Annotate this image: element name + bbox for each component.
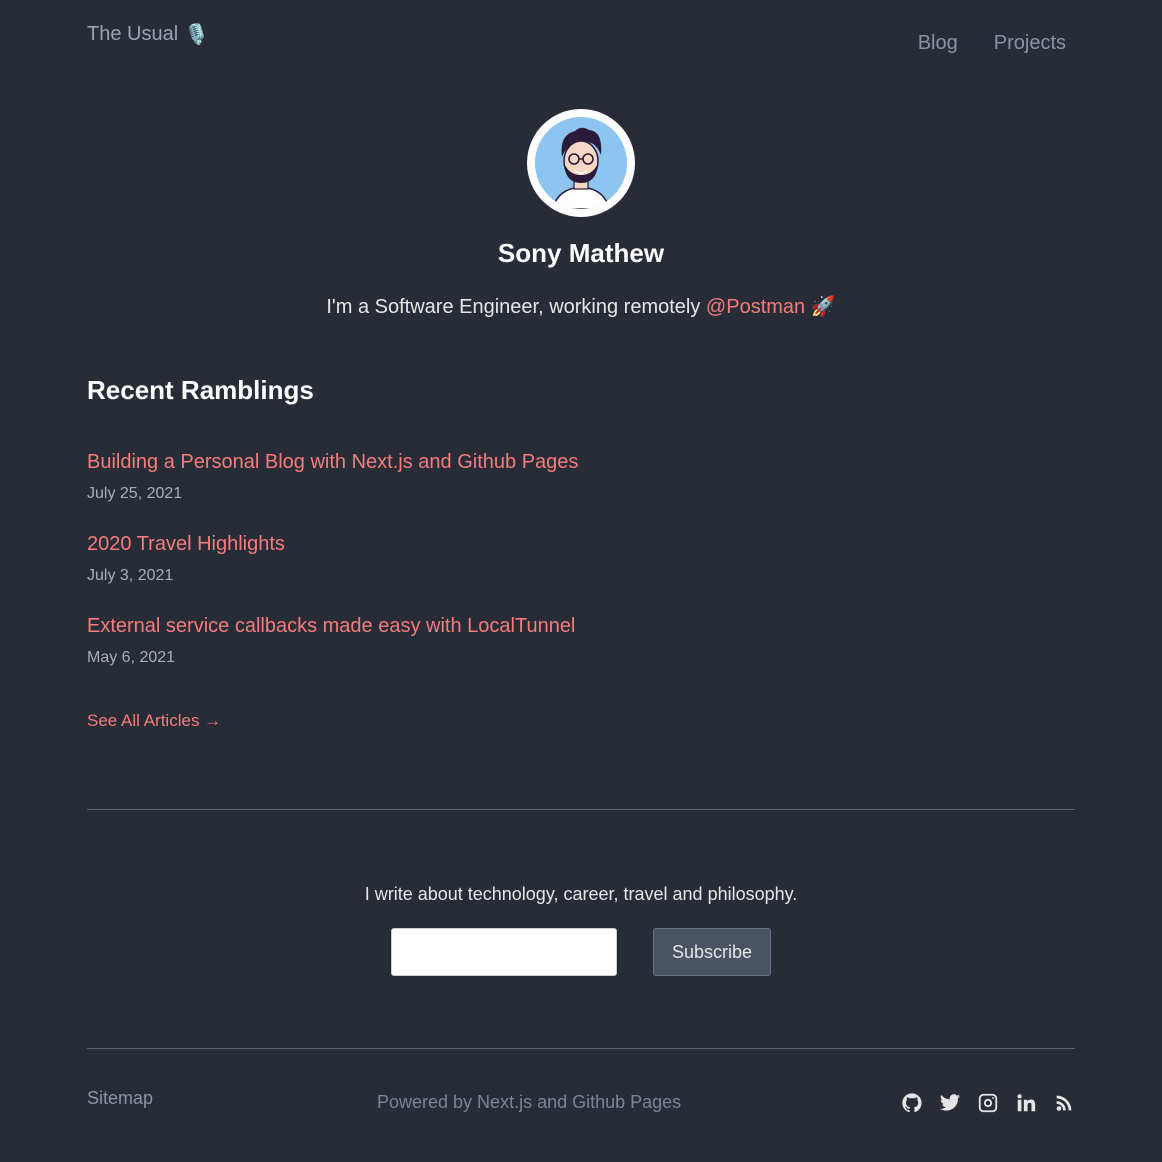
profile-tagline: I'm a Software Engineer, working remotel… — [0, 294, 1162, 319]
article-title-link[interactable]: 2020 Travel Highlights — [87, 530, 987, 558]
rss-icon[interactable] — [1053, 1092, 1075, 1114]
divider — [87, 809, 1075, 810]
divider — [87, 1048, 1075, 1049]
avatar-face-icon — [535, 117, 627, 209]
article-item: Building a Personal Blog with Next.js an… — [87, 448, 987, 530]
postman-link[interactable]: @Postman — [706, 296, 805, 318]
social-links — [901, 1092, 1075, 1114]
top-nav: Blog Projects — [918, 32, 1066, 55]
brand-link[interactable]: The Usual 🎙️ — [87, 22, 209, 47]
subscribe-button[interactable]: Subscribe — [653, 928, 771, 976]
microphone-icon: 🎙️ — [184, 24, 210, 46]
article-date: July 25, 2021 — [87, 485, 183, 502]
subscribe-text: I write about technology, career, travel… — [364, 884, 798, 904]
linkedin-icon[interactable] — [1015, 1092, 1037, 1114]
rocket-icon: 🚀 — [810, 296, 836, 318]
article-title-link[interactable]: External service callbacks made easy wit… — [87, 612, 987, 640]
page: The Usual 🎙️ Blog Projects Sony Mathew I… — [0, 0, 1162, 1162]
powered-by-text: Powered by Next.js and Github Pages — [377, 1092, 682, 1112]
article-title-link[interactable]: Building a Personal Blog with Next.js an… — [87, 448, 987, 476]
article-item: External service callbacks made easy wit… — [87, 612, 987, 694]
tagline-text: I'm a Software Engineer, working remotel… — [326, 296, 706, 318]
section-title: Recent Ramblings — [87, 375, 314, 405]
brand-title: The Usual — [87, 23, 179, 45]
see-all-articles-link[interactable]: See All Articles → — [87, 711, 221, 731]
article-date: May 6, 2021 — [87, 649, 176, 666]
profile-name: Sony Mathew — [497, 238, 665, 268]
article-list: Building a Personal Blog with Next.js an… — [87, 448, 987, 694]
sitemap-link[interactable]: Sitemap — [87, 1088, 153, 1109]
github-icon[interactable] — [901, 1092, 923, 1114]
avatar — [527, 109, 635, 217]
instagram-icon[interactable] — [977, 1092, 999, 1114]
nav-blog-link[interactable]: Blog — [918, 32, 958, 55]
email-input[interactable] — [391, 928, 617, 976]
article-item: 2020 Travel Highlights July 3, 2021 — [87, 530, 987, 612]
avatar-illustration — [535, 117, 627, 209]
twitter-icon[interactable] — [939, 1092, 961, 1114]
article-date: July 3, 2021 — [87, 567, 174, 584]
nav-projects-link[interactable]: Projects — [994, 32, 1066, 55]
